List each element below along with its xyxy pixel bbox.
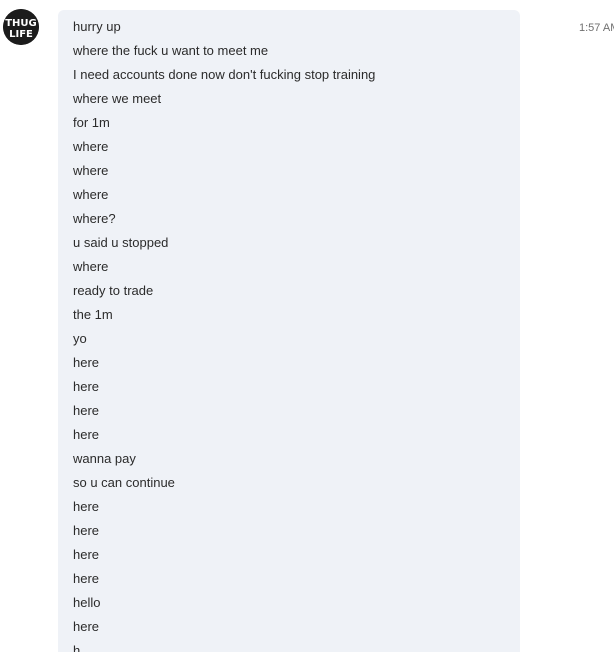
message-line: for 1m [73, 115, 110, 130]
message-line: h [73, 643, 81, 652]
message-line: hello [73, 595, 101, 610]
message-bubble: hurry up where the fuck u want to meet me… [58, 10, 520, 652]
message-line: yo [73, 331, 87, 346]
message-line: where? [73, 211, 116, 226]
message-line: here [73, 427, 100, 442]
message-line: where [73, 163, 109, 178]
avatar-text-bottom: LIFE [9, 29, 33, 40]
message-line: here [73, 571, 100, 586]
avatar[interactable]: THUG LIFE [3, 9, 39, 45]
message-line: where we meet [73, 91, 162, 106]
message-line: where [73, 139, 109, 154]
message-line: the 1m [73, 307, 113, 322]
message-line: here [73, 619, 100, 634]
message-line: wanna pay [73, 451, 136, 466]
message-line: ready to trade [73, 283, 154, 298]
message-line: here [73, 547, 100, 562]
message-line: so u can continue [73, 475, 175, 490]
message-line: here [73, 355, 100, 370]
message-timestamp: 1:57 AM [579, 22, 614, 34]
avatar-text-top: THUG [5, 18, 37, 29]
message-line: u said u stopped [73, 235, 169, 250]
chat-view: THUG LIFE hurry up where the fuck u want … [0, 0, 614, 652]
message-line: I need accounts done now don't fucking s… [73, 67, 376, 82]
message-line: where [73, 259, 109, 274]
message-list: hurry up where the fuck u want to meet me… [73, 15, 375, 652]
message-line: here [73, 379, 100, 394]
message-line: here [73, 523, 100, 538]
message-line: where [73, 187, 109, 202]
message-line: hurry up [73, 19, 121, 34]
message-line: here [73, 403, 100, 418]
message-line: where the fuck u want to meet me [73, 43, 269, 58]
message-line: here [73, 499, 100, 514]
thug-life-avatar-icon: THUG LIFE [3, 9, 39, 45]
